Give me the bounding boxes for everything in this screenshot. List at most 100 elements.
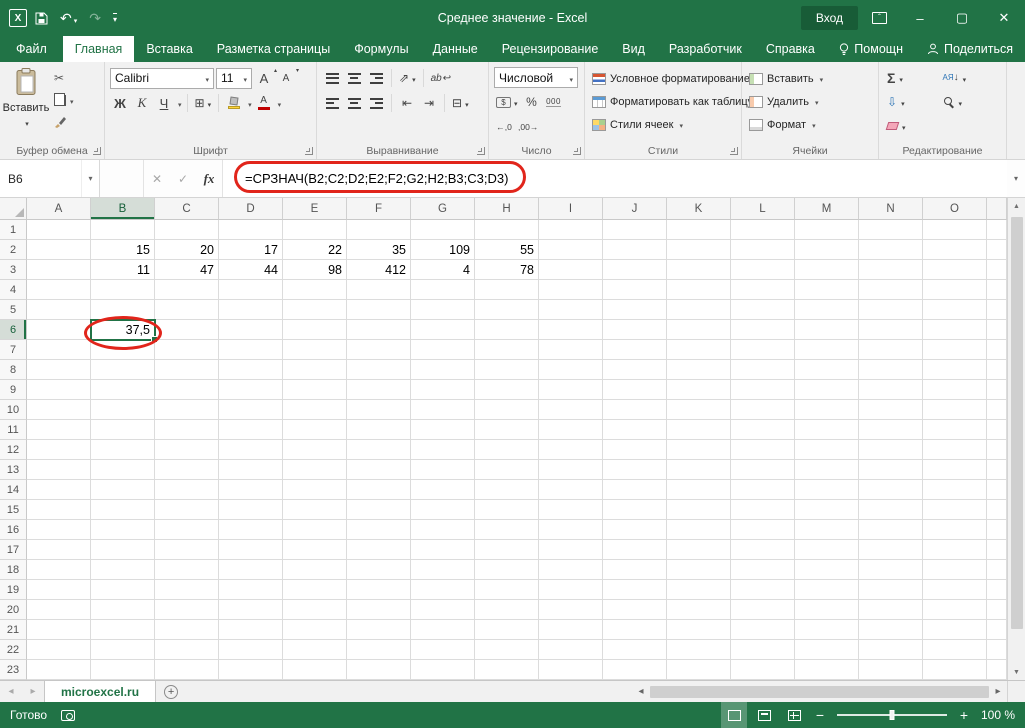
- cell-B4[interactable]: [91, 280, 155, 300]
- cell-J20[interactable]: [603, 600, 667, 620]
- cell-K18[interactable]: [667, 560, 731, 580]
- alignment-dialog-launcher[interactable]: [477, 147, 485, 155]
- cell-F10[interactable]: [347, 400, 411, 420]
- cell-M1[interactable]: [795, 220, 859, 240]
- cell-K13[interactable]: [667, 460, 731, 480]
- cell-L11[interactable]: [731, 420, 795, 440]
- cell-O9[interactable]: [923, 380, 987, 400]
- row-header-13[interactable]: 13: [0, 460, 27, 480]
- cell-O18[interactable]: [923, 560, 987, 580]
- cell-N18[interactable]: [859, 560, 923, 580]
- page-break-view-button[interactable]: [781, 702, 807, 728]
- cell-J21[interactable]: [603, 620, 667, 640]
- cell-J1[interactable]: [603, 220, 667, 240]
- cell-D7[interactable]: [219, 340, 283, 360]
- orientation-button[interactable]: ⇗: [397, 68, 418, 88]
- cell-C17[interactable]: [155, 540, 219, 560]
- cell-N1[interactable]: [859, 220, 923, 240]
- cell-C19[interactable]: [155, 580, 219, 600]
- cell-L6[interactable]: [731, 320, 795, 340]
- cell-I3[interactable]: [539, 260, 603, 280]
- cell-L23[interactable]: [731, 660, 795, 680]
- cell-partial-10[interactable]: [987, 400, 1007, 420]
- cell-I11[interactable]: [539, 420, 603, 440]
- align-bottom-button[interactable]: [366, 68, 386, 88]
- cell-K19[interactable]: [667, 580, 731, 600]
- cell-C4[interactable]: [155, 280, 219, 300]
- cell-B14[interactable]: [91, 480, 155, 500]
- cell-M3[interactable]: [795, 260, 859, 280]
- cell-partial-6[interactable]: [987, 320, 1007, 340]
- align-right-button[interactable]: [366, 93, 386, 113]
- borders-button[interactable]: ⊞: [193, 93, 214, 113]
- column-header-B[interactable]: B: [91, 198, 155, 220]
- cell-J22[interactable]: [603, 640, 667, 660]
- fill-button[interactable]: ⇩: [887, 91, 943, 113]
- cell-F13[interactable]: [347, 460, 411, 480]
- cell-B5[interactable]: [91, 300, 155, 320]
- tab-data[interactable]: Данные: [421, 36, 490, 62]
- cell-K11[interactable]: [667, 420, 731, 440]
- cell-K14[interactable]: [667, 480, 731, 500]
- cell-O11[interactable]: [923, 420, 987, 440]
- cell-D17[interactable]: [219, 540, 283, 560]
- cell-L9[interactable]: [731, 380, 795, 400]
- cell-M7[interactable]: [795, 340, 859, 360]
- number-format-combo[interactable]: Числовой: [494, 67, 578, 88]
- undo-button[interactable]: ↶: [60, 11, 77, 25]
- increase-indent-button[interactable]: ⇥: [419, 93, 439, 113]
- cell-C7[interactable]: [155, 340, 219, 360]
- cell-D10[interactable]: [219, 400, 283, 420]
- cell-N6[interactable]: [859, 320, 923, 340]
- font-name-dropdown-icon[interactable]: [203, 71, 209, 85]
- cell-E10[interactable]: [283, 400, 347, 420]
- cell-D1[interactable]: [219, 220, 283, 240]
- align-top-button[interactable]: [322, 68, 342, 88]
- cell-H11[interactable]: [475, 420, 539, 440]
- cell-M23[interactable]: [795, 660, 859, 680]
- cell-J4[interactable]: [603, 280, 667, 300]
- cell-J5[interactable]: [603, 300, 667, 320]
- cell-I1[interactable]: [539, 220, 603, 240]
- cell-A20[interactable]: [27, 600, 91, 620]
- cell-B7[interactable]: [91, 340, 155, 360]
- underline-button[interactable]: Ч: [154, 93, 174, 113]
- cell-partial-5[interactable]: [987, 300, 1007, 320]
- cell-F7[interactable]: [347, 340, 411, 360]
- cell-G4[interactable]: [411, 280, 475, 300]
- cell-O1[interactable]: [923, 220, 987, 240]
- cell-J6[interactable]: [603, 320, 667, 340]
- enter-button[interactable]: ✓: [170, 172, 196, 186]
- cell-I4[interactable]: [539, 280, 603, 300]
- cell-partial-17[interactable]: [987, 540, 1007, 560]
- cell-O15[interactable]: [923, 500, 987, 520]
- cell-E18[interactable]: [283, 560, 347, 580]
- cell-M20[interactable]: [795, 600, 859, 620]
- tab-help[interactable]: Справка: [754, 36, 827, 62]
- cell-F4[interactable]: [347, 280, 411, 300]
- cell-J12[interactable]: [603, 440, 667, 460]
- cell-N12[interactable]: [859, 440, 923, 460]
- cell-K23[interactable]: [667, 660, 731, 680]
- cell-J18[interactable]: [603, 560, 667, 580]
- cell-D14[interactable]: [219, 480, 283, 500]
- zoom-slider[interactable]: [837, 714, 947, 716]
- cell-M4[interactable]: [795, 280, 859, 300]
- cell-H9[interactable]: [475, 380, 539, 400]
- clipboard-dialog-launcher[interactable]: [93, 147, 101, 155]
- cell-G1[interactable]: [411, 220, 475, 240]
- cell-H14[interactable]: [475, 480, 539, 500]
- cell-G7[interactable]: [411, 340, 475, 360]
- cell-M10[interactable]: [795, 400, 859, 420]
- cell-K6[interactable]: [667, 320, 731, 340]
- sheet-nav-right-icon[interactable]: ▸: [22, 681, 44, 702]
- cell-J2[interactable]: [603, 240, 667, 260]
- zoom-level[interactable]: 100 %: [977, 708, 1015, 722]
- cell-J23[interactable]: [603, 660, 667, 680]
- cell-L3[interactable]: [731, 260, 795, 280]
- cell-K21[interactable]: [667, 620, 731, 640]
- cell-H21[interactable]: [475, 620, 539, 640]
- cell-K4[interactable]: [667, 280, 731, 300]
- column-header-A[interactable]: A: [27, 198, 91, 220]
- tab-formulas[interactable]: Формулы: [342, 36, 420, 62]
